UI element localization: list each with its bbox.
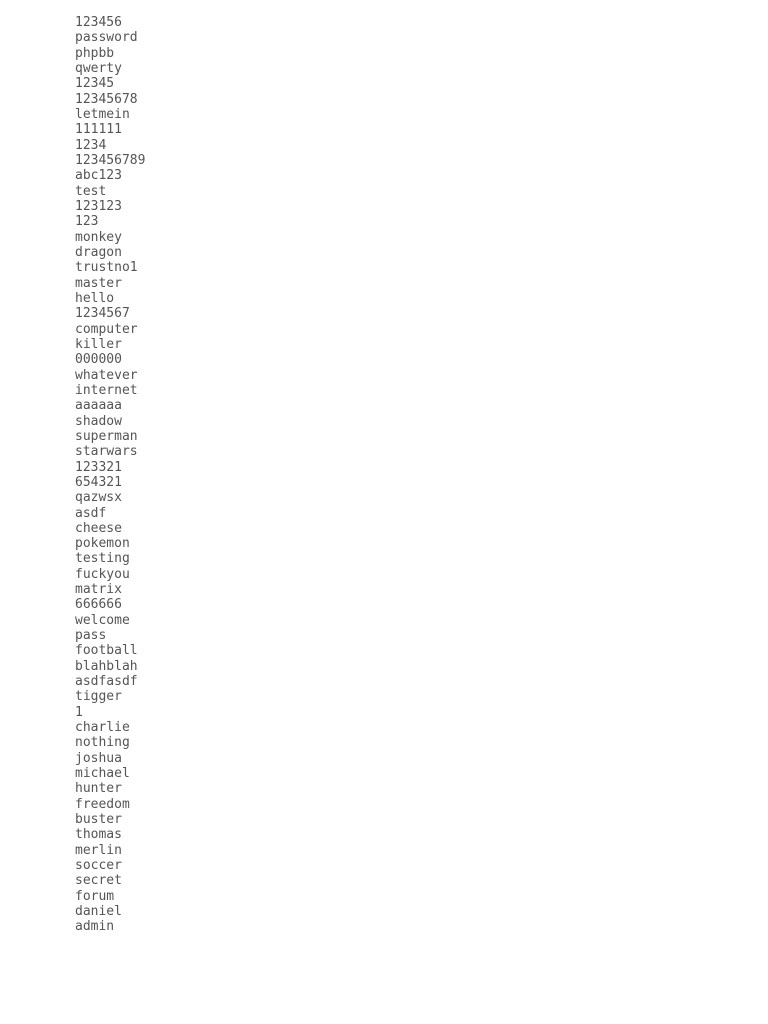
password-item: master	[75, 276, 693, 291]
password-item: matrix	[75, 582, 693, 597]
password-item: qazwsx	[75, 490, 693, 505]
password-item: 123	[75, 214, 693, 229]
password-item: starwars	[75, 444, 693, 459]
password-item: thomas	[75, 827, 693, 842]
password-item: aaaaaa	[75, 398, 693, 413]
password-item: joshua	[75, 751, 693, 766]
password-item: daniel	[75, 904, 693, 919]
password-item: soccer	[75, 858, 693, 873]
password-item: merlin	[75, 843, 693, 858]
password-item: monkey	[75, 230, 693, 245]
password-item: 1	[75, 705, 693, 720]
password-item: hunter	[75, 781, 693, 796]
password-item: tigger	[75, 689, 693, 704]
password-item: asdf	[75, 506, 693, 521]
password-item: buster	[75, 812, 693, 827]
password-item: 000000	[75, 352, 693, 367]
password-item: freedom	[75, 797, 693, 812]
password-item: cheese	[75, 521, 693, 536]
password-item: password	[75, 30, 693, 45]
password-item: nothing	[75, 735, 693, 750]
password-item: 1234	[75, 138, 693, 153]
password-item: 654321	[75, 475, 693, 490]
password-item: trustno1	[75, 260, 693, 275]
password-item: pass	[75, 628, 693, 643]
password-item: 1234567	[75, 306, 693, 321]
password-item: 123456	[75, 15, 693, 30]
password-item: dragon	[75, 245, 693, 260]
password-item: 123123	[75, 199, 693, 214]
password-item: admin	[75, 919, 693, 934]
password-item: 111111	[75, 122, 693, 137]
password-list: 123456passwordphpbbqwerty1234512345678le…	[75, 15, 693, 935]
password-item: test	[75, 184, 693, 199]
password-item: letmein	[75, 107, 693, 122]
password-item: computer	[75, 322, 693, 337]
password-item: qwerty	[75, 61, 693, 76]
password-item: football	[75, 643, 693, 658]
password-item: 666666	[75, 597, 693, 612]
password-item: blahblah	[75, 659, 693, 674]
password-item: 12345	[75, 76, 693, 91]
password-item: asdfasdf	[75, 674, 693, 689]
password-item: fuckyou	[75, 567, 693, 582]
password-item: testing	[75, 551, 693, 566]
password-item: phpbb	[75, 46, 693, 61]
password-item: 123321	[75, 460, 693, 475]
password-item: whatever	[75, 368, 693, 383]
password-item: superman	[75, 429, 693, 444]
password-item: 12345678	[75, 92, 693, 107]
password-item: charlie	[75, 720, 693, 735]
password-item: shadow	[75, 414, 693, 429]
password-item: hello	[75, 291, 693, 306]
password-item: forum	[75, 889, 693, 904]
password-item: secret	[75, 873, 693, 888]
password-item: michael	[75, 766, 693, 781]
password-item: abc123	[75, 168, 693, 183]
password-item: killer	[75, 337, 693, 352]
password-item: 123456789	[75, 153, 693, 168]
password-item: pokemon	[75, 536, 693, 551]
password-item: welcome	[75, 613, 693, 628]
password-item: internet	[75, 383, 693, 398]
